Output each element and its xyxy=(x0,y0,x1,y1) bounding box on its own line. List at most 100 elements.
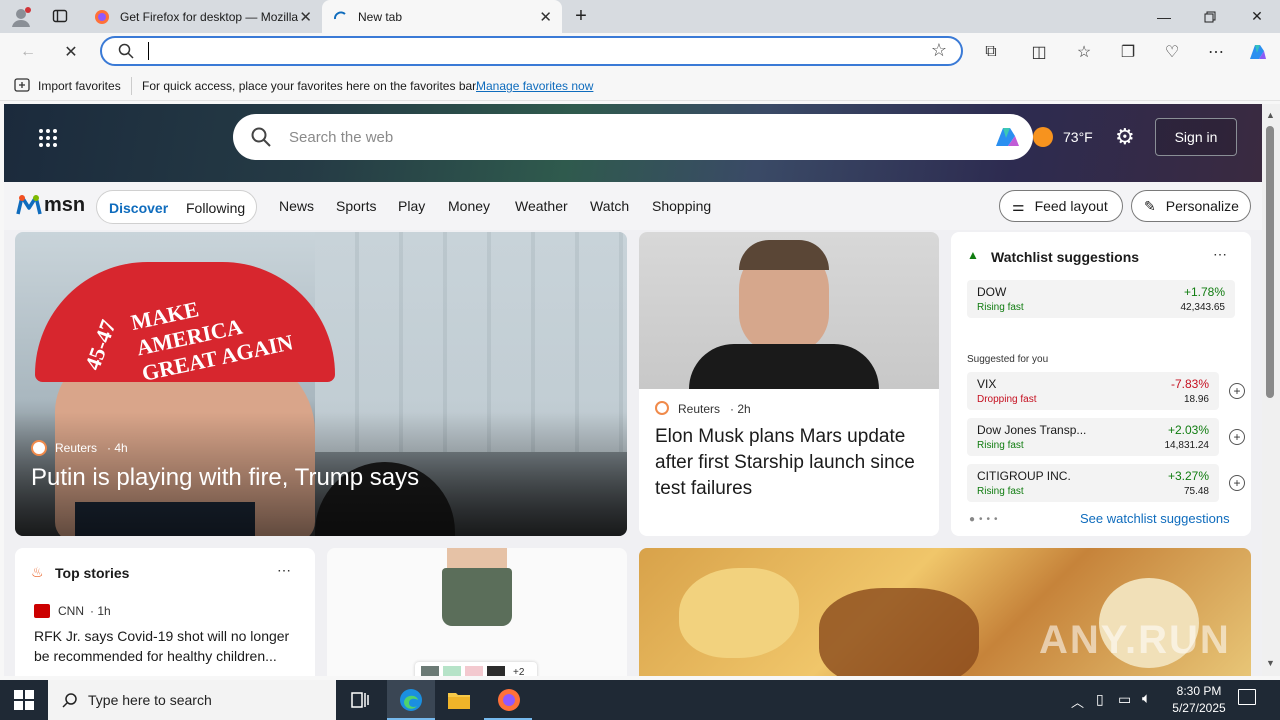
notifications-icon[interactable] xyxy=(1238,689,1256,705)
reuters-logo-icon xyxy=(31,440,47,456)
nav-weather[interactable]: Weather xyxy=(515,198,568,214)
more-menu-icon[interactable]: ⋯ xyxy=(1203,39,1229,65)
tab-following[interactable]: Following xyxy=(186,200,245,216)
swatch-gray[interactable] xyxy=(421,666,439,676)
swatch-pink[interactable] xyxy=(465,666,483,676)
sign-in-button[interactable]: Sign in xyxy=(1155,118,1237,156)
story-headline[interactable]: RFK Jr. says Covid-19 shot will no longe… xyxy=(34,626,304,666)
tab-actions-icon[interactable] xyxy=(52,8,68,24)
tab-new-tab[interactable]: New tab ✕ xyxy=(322,0,562,33)
taskbar-search-box[interactable]: Type here to search xyxy=(48,680,336,720)
stock-change: +1.78% xyxy=(1183,285,1225,299)
start-button[interactable] xyxy=(14,690,34,710)
collections-icon[interactable]: ❐ xyxy=(1115,39,1141,65)
swatch-mint[interactable] xyxy=(443,666,461,676)
address-input[interactable] xyxy=(148,42,748,60)
stock-row-dow[interactable]: DOW Rising fast +1.78% 42,343.65 xyxy=(967,280,1235,318)
clock-time[interactable]: 8:30 PM xyxy=(1174,684,1224,698)
nav-money[interactable]: Money xyxy=(448,198,490,214)
nav-sports[interactable]: Sports xyxy=(336,198,376,214)
scroll-down-icon[interactable]: ▼ xyxy=(1266,658,1275,668)
import-favorites-button[interactable]: Import favorites xyxy=(38,79,121,93)
profile-icon[interactable] xyxy=(10,6,32,28)
address-bar[interactable]: ☆ xyxy=(100,36,963,66)
close-tab-icon[interactable]: ✕ xyxy=(539,8,552,26)
stock-row-vix[interactable]: VIX Dropping fast -7.83% 18.96 + xyxy=(967,372,1245,410)
stock-price: 18.96 xyxy=(1183,394,1209,405)
top-stories-more-icon[interactable]: ⋯ xyxy=(277,562,291,579)
manage-favorites-link[interactable]: Manage favorites now xyxy=(476,79,593,93)
swatch-more[interactable]: +2 xyxy=(513,667,524,676)
nav-play[interactable]: Play xyxy=(398,198,425,214)
product-card-shorts[interactable]: +2 xyxy=(327,548,627,676)
swatch-black[interactable] xyxy=(487,666,505,676)
extensions-icon[interactable]: ⧉ xyxy=(978,39,1004,65)
split-screen-icon[interactable]: ◫ xyxy=(1026,39,1052,65)
device-icon[interactable]: ▯ xyxy=(1096,691,1104,708)
file-explorer-icon[interactable] xyxy=(447,690,471,710)
reuters-logo-icon xyxy=(655,401,669,415)
stock-status: Rising fast xyxy=(977,440,1024,451)
color-swatches[interactable]: +2 xyxy=(415,662,537,676)
firefox-taskbar-icon[interactable] xyxy=(484,680,532,720)
apps-grid-icon[interactable] xyxy=(38,128,58,153)
minimize-button[interactable]: — xyxy=(1141,0,1187,33)
watchlist-more-icon[interactable]: ⋯ xyxy=(1213,246,1227,263)
story-card-musk[interactable]: Reuters · 2h Elon Musk plans Mars update… xyxy=(639,232,939,536)
volume-icon[interactable]: 🔈︎ xyxy=(1142,690,1151,707)
page-scrollbar[interactable]: ▲ ▼ xyxy=(1262,104,1280,676)
suggested-label: Suggested for you xyxy=(967,354,1049,365)
taskbar-search-input[interactable]: Type here to search xyxy=(88,692,212,708)
new-tab-button[interactable]: + xyxy=(570,5,592,27)
favorite-star-icon[interactable]: ☆ xyxy=(931,40,947,61)
story-headline[interactable]: Elon Musk plans Mars update after first … xyxy=(655,424,925,502)
back-button[interactable]: ← xyxy=(15,39,41,65)
tab-discover[interactable]: Discover xyxy=(109,200,168,216)
chevron-up-icon[interactable]: ︿ xyxy=(1071,692,1084,711)
add-to-watchlist-button[interactable]: + xyxy=(1229,475,1245,491)
feed-layout-button[interactable]: ⚌ Feed layout xyxy=(999,190,1123,222)
personalize-button[interactable]: ✎ Personalize xyxy=(1131,190,1251,222)
stock-name: DOW xyxy=(977,285,1007,299)
product-image-shorts xyxy=(442,568,512,626)
story-age: · 2h xyxy=(730,402,751,416)
edge-taskbar-icon[interactable] xyxy=(387,680,435,720)
network-icon[interactable]: ▭ xyxy=(1118,691,1131,708)
nav-watch[interactable]: Watch xyxy=(590,198,629,214)
web-search-box[interactable]: Search the web xyxy=(233,114,1033,160)
scroll-up-icon[interactable]: ▲ xyxy=(1266,110,1275,120)
task-view-icon[interactable] xyxy=(350,690,370,710)
add-to-watchlist-button[interactable]: + xyxy=(1229,383,1245,399)
see-watchlist-link[interactable]: See watchlist suggestions xyxy=(1080,511,1230,526)
story-card-snacks[interactable]: ANY.RUN xyxy=(639,548,1251,676)
close-tab-icon[interactable]: ✕ xyxy=(299,8,312,26)
web-search-input[interactable]: Search the web xyxy=(289,129,393,146)
stock-row-dow-transport[interactable]: Dow Jones Transp... Rising fast +2.03% 1… xyxy=(967,418,1245,456)
story-source: CNN xyxy=(58,604,84,618)
copilot-icon[interactable] xyxy=(1244,39,1270,65)
tab-get-firefox[interactable]: Get Firefox for desktop — Mozilla ✕ xyxy=(84,0,322,33)
scroll-thumb[interactable] xyxy=(1266,126,1274,398)
hero-headline[interactable]: Putin is playing with fire, Trump says xyxy=(31,464,419,492)
nav-shopping[interactable]: Shopping xyxy=(652,198,711,214)
close-window-button[interactable]: ✕ xyxy=(1234,0,1280,33)
msn-logo-icon[interactable] xyxy=(16,194,42,221)
carousel-dots[interactable]: ●••• xyxy=(969,514,1002,525)
tab-strip: Get Firefox for desktop — Mozilla ✕ New … xyxy=(0,0,1280,33)
weather-temperature[interactable]: 73°F xyxy=(1063,129,1093,145)
add-to-watchlist-button[interactable]: + xyxy=(1229,429,1245,445)
clock-date[interactable]: 5/27/2025 xyxy=(1166,701,1232,715)
copilot-search-icon[interactable] xyxy=(993,124,1021,150)
stock-row-citigroup[interactable]: CITIGROUP INC. Rising fast +3.27% 75.48 … xyxy=(967,464,1245,502)
tab-title: Get Firefox for desktop — Mozilla xyxy=(120,9,299,24)
top-stories-title: Top stories xyxy=(55,565,130,581)
browser-essentials-icon[interactable]: ♡ xyxy=(1159,39,1185,65)
browser-toolbar: ← ✕ ☆ ⧉ ◫ ☆ ❐ ♡ ⋯ xyxy=(0,33,1280,71)
settings-gear-icon[interactable]: ⚙ xyxy=(1115,124,1135,150)
favorites-icon[interactable]: ☆ xyxy=(1071,39,1097,65)
msn-logo-text[interactable]: msn xyxy=(44,194,85,217)
nav-news[interactable]: News xyxy=(279,198,314,214)
restore-button[interactable] xyxy=(1187,0,1233,33)
stop-loading-button[interactable]: ✕ xyxy=(58,39,84,65)
hero-story-card[interactable]: MAKE AMERICA GREAT AGAIN 45-47 Reuters ·… xyxy=(15,232,627,536)
